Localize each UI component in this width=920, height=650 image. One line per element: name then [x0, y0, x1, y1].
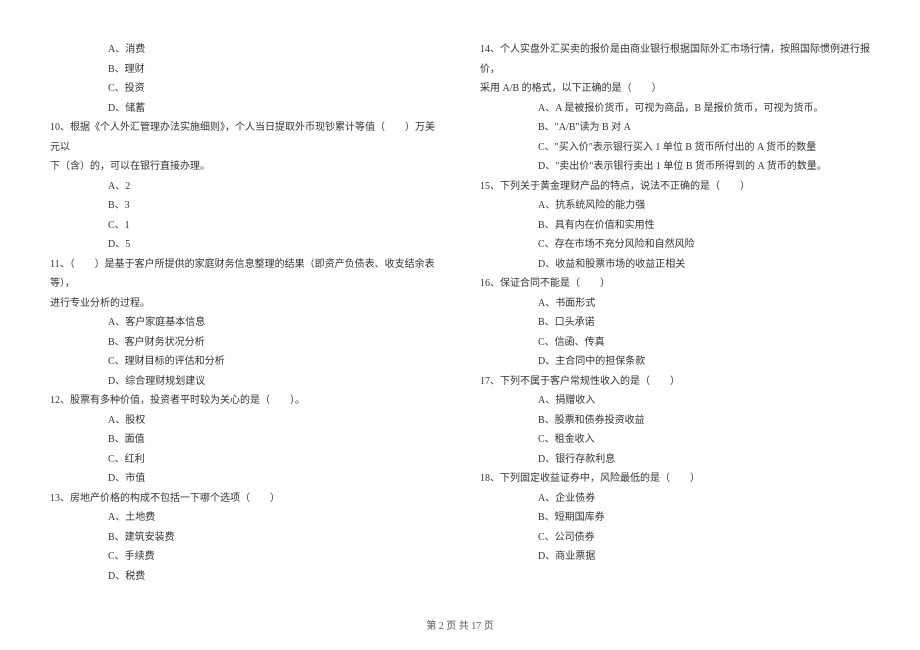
q17-opt-d: D、银行存款利息	[480, 450, 870, 470]
q11-opt-a: A、客户家庭基本信息	[50, 313, 440, 333]
q10-line1: 10、根据《个人外汇管理办法实施细则》，个人当日提取外币现钞累计等值（ ）万美元…	[50, 118, 440, 157]
q12-opt-d: D、市值	[50, 469, 440, 489]
q14-opt-c: C、"买入价"表示银行买入 1 单位 B 货币所付出的 A 货币的数量	[480, 138, 870, 158]
q15-opt-d: D、收益和股票市场的收益正相关	[480, 255, 870, 275]
q9-opt-b: B、理财	[50, 60, 440, 80]
q9-opt-c: C、投资	[50, 79, 440, 99]
q14-opt-d: D、"卖出价"表示银行卖出 1 单位 B 货币所得到的 A 货币的数量。	[480, 157, 870, 177]
q11-line1: 11、（ ）是基于客户所提供的家庭财务信息整理的结果（即资产负债表、收支结余表等…	[50, 255, 440, 294]
right-column: 14、个人实盘外汇买卖的报价是由商业银行根据国际外汇市场行情，按照国际惯例进行报…	[480, 40, 870, 600]
q15: 15、下列关于黄金理财产品的特点，说法不正确的是（ ）	[480, 177, 870, 197]
left-column: A、消费 B、理财 C、投资 D、储蓄 10、根据《个人外汇管理办法实施细则》，…	[50, 40, 440, 600]
q13: 13、房地产价格的构成不包括一下哪个选项（ ）	[50, 489, 440, 509]
page-content: A、消费 B、理财 C、投资 D、储蓄 10、根据《个人外汇管理办法实施细则》，…	[50, 40, 870, 600]
q12-opt-a: A、股权	[50, 411, 440, 431]
q11-line2: 进行专业分析的过程。	[50, 294, 440, 314]
q18-opt-c: C、公司债券	[480, 528, 870, 548]
q17-opt-a: A、捐赠收入	[480, 391, 870, 411]
q10-line2: 下（含）的，可以在银行直接办理。	[50, 157, 440, 177]
q17-opt-c: C、租金收入	[480, 430, 870, 450]
page-footer: 第 2 页 共 17 页	[0, 617, 920, 632]
q10-opt-d: D、5	[50, 235, 440, 255]
q11-opt-c: C、理财目标的评估和分析	[50, 352, 440, 372]
q18-opt-b: B、短期国库券	[480, 508, 870, 528]
q12-opt-c: C、红利	[50, 450, 440, 470]
q16-opt-a: A、书面形式	[480, 294, 870, 314]
q9-opt-d: D、储蓄	[50, 99, 440, 119]
q12-opt-b: B、面值	[50, 430, 440, 450]
q14-opt-b: B、"A/B"读为 B 对 A	[480, 118, 870, 138]
q13-opt-d: D、税费	[50, 567, 440, 587]
q18: 18、下列固定收益证券中，风险最低的是（ ）	[480, 469, 870, 489]
q16: 16、保证合同不能是（ ）	[480, 274, 870, 294]
q13-opt-a: A、土地费	[50, 508, 440, 528]
q16-opt-c: C、信函、传真	[480, 333, 870, 353]
q14-line1: 14、个人实盘外汇买卖的报价是由商业银行根据国际外汇市场行情，按照国际惯例进行报…	[480, 40, 870, 79]
q12: 12、股票有多种价值，投资者平时较为关心的是（ ）。	[50, 391, 440, 411]
q17-opt-b: B、股票和债券投资收益	[480, 411, 870, 431]
q14-line2: 采用 A/B 的格式，以下正确的是（ ）	[480, 79, 870, 99]
q16-opt-d: D、主合同中的担保条款	[480, 352, 870, 372]
q15-opt-a: A、抗系统风险的能力强	[480, 196, 870, 216]
q14-opt-a: A、A 是被报价货币，可视为商品，B 是报价货币，可视为货币。	[480, 99, 870, 119]
q18-opt-a: A、企业债券	[480, 489, 870, 509]
q11-opt-b: B、客户财务状况分析	[50, 333, 440, 353]
q11-opt-d: D、综合理财规划建议	[50, 372, 440, 392]
q13-opt-b: B、建筑安装费	[50, 528, 440, 548]
q15-opt-b: B、具有内在价值和实用性	[480, 216, 870, 236]
q17: 17、下列不属于客户常规性收入的是（ ）	[480, 372, 870, 392]
q10-opt-b: B、3	[50, 196, 440, 216]
q15-opt-c: C、存在市场不充分风险和自然风险	[480, 235, 870, 255]
q16-opt-b: B、口头承诺	[480, 313, 870, 333]
q10-opt-c: C、1	[50, 216, 440, 236]
q13-opt-c: C、手续费	[50, 547, 440, 567]
q10-opt-a: A、2	[50, 177, 440, 197]
q9-opt-a: A、消费	[50, 40, 440, 60]
q18-opt-d: D、商业票据	[480, 547, 870, 567]
